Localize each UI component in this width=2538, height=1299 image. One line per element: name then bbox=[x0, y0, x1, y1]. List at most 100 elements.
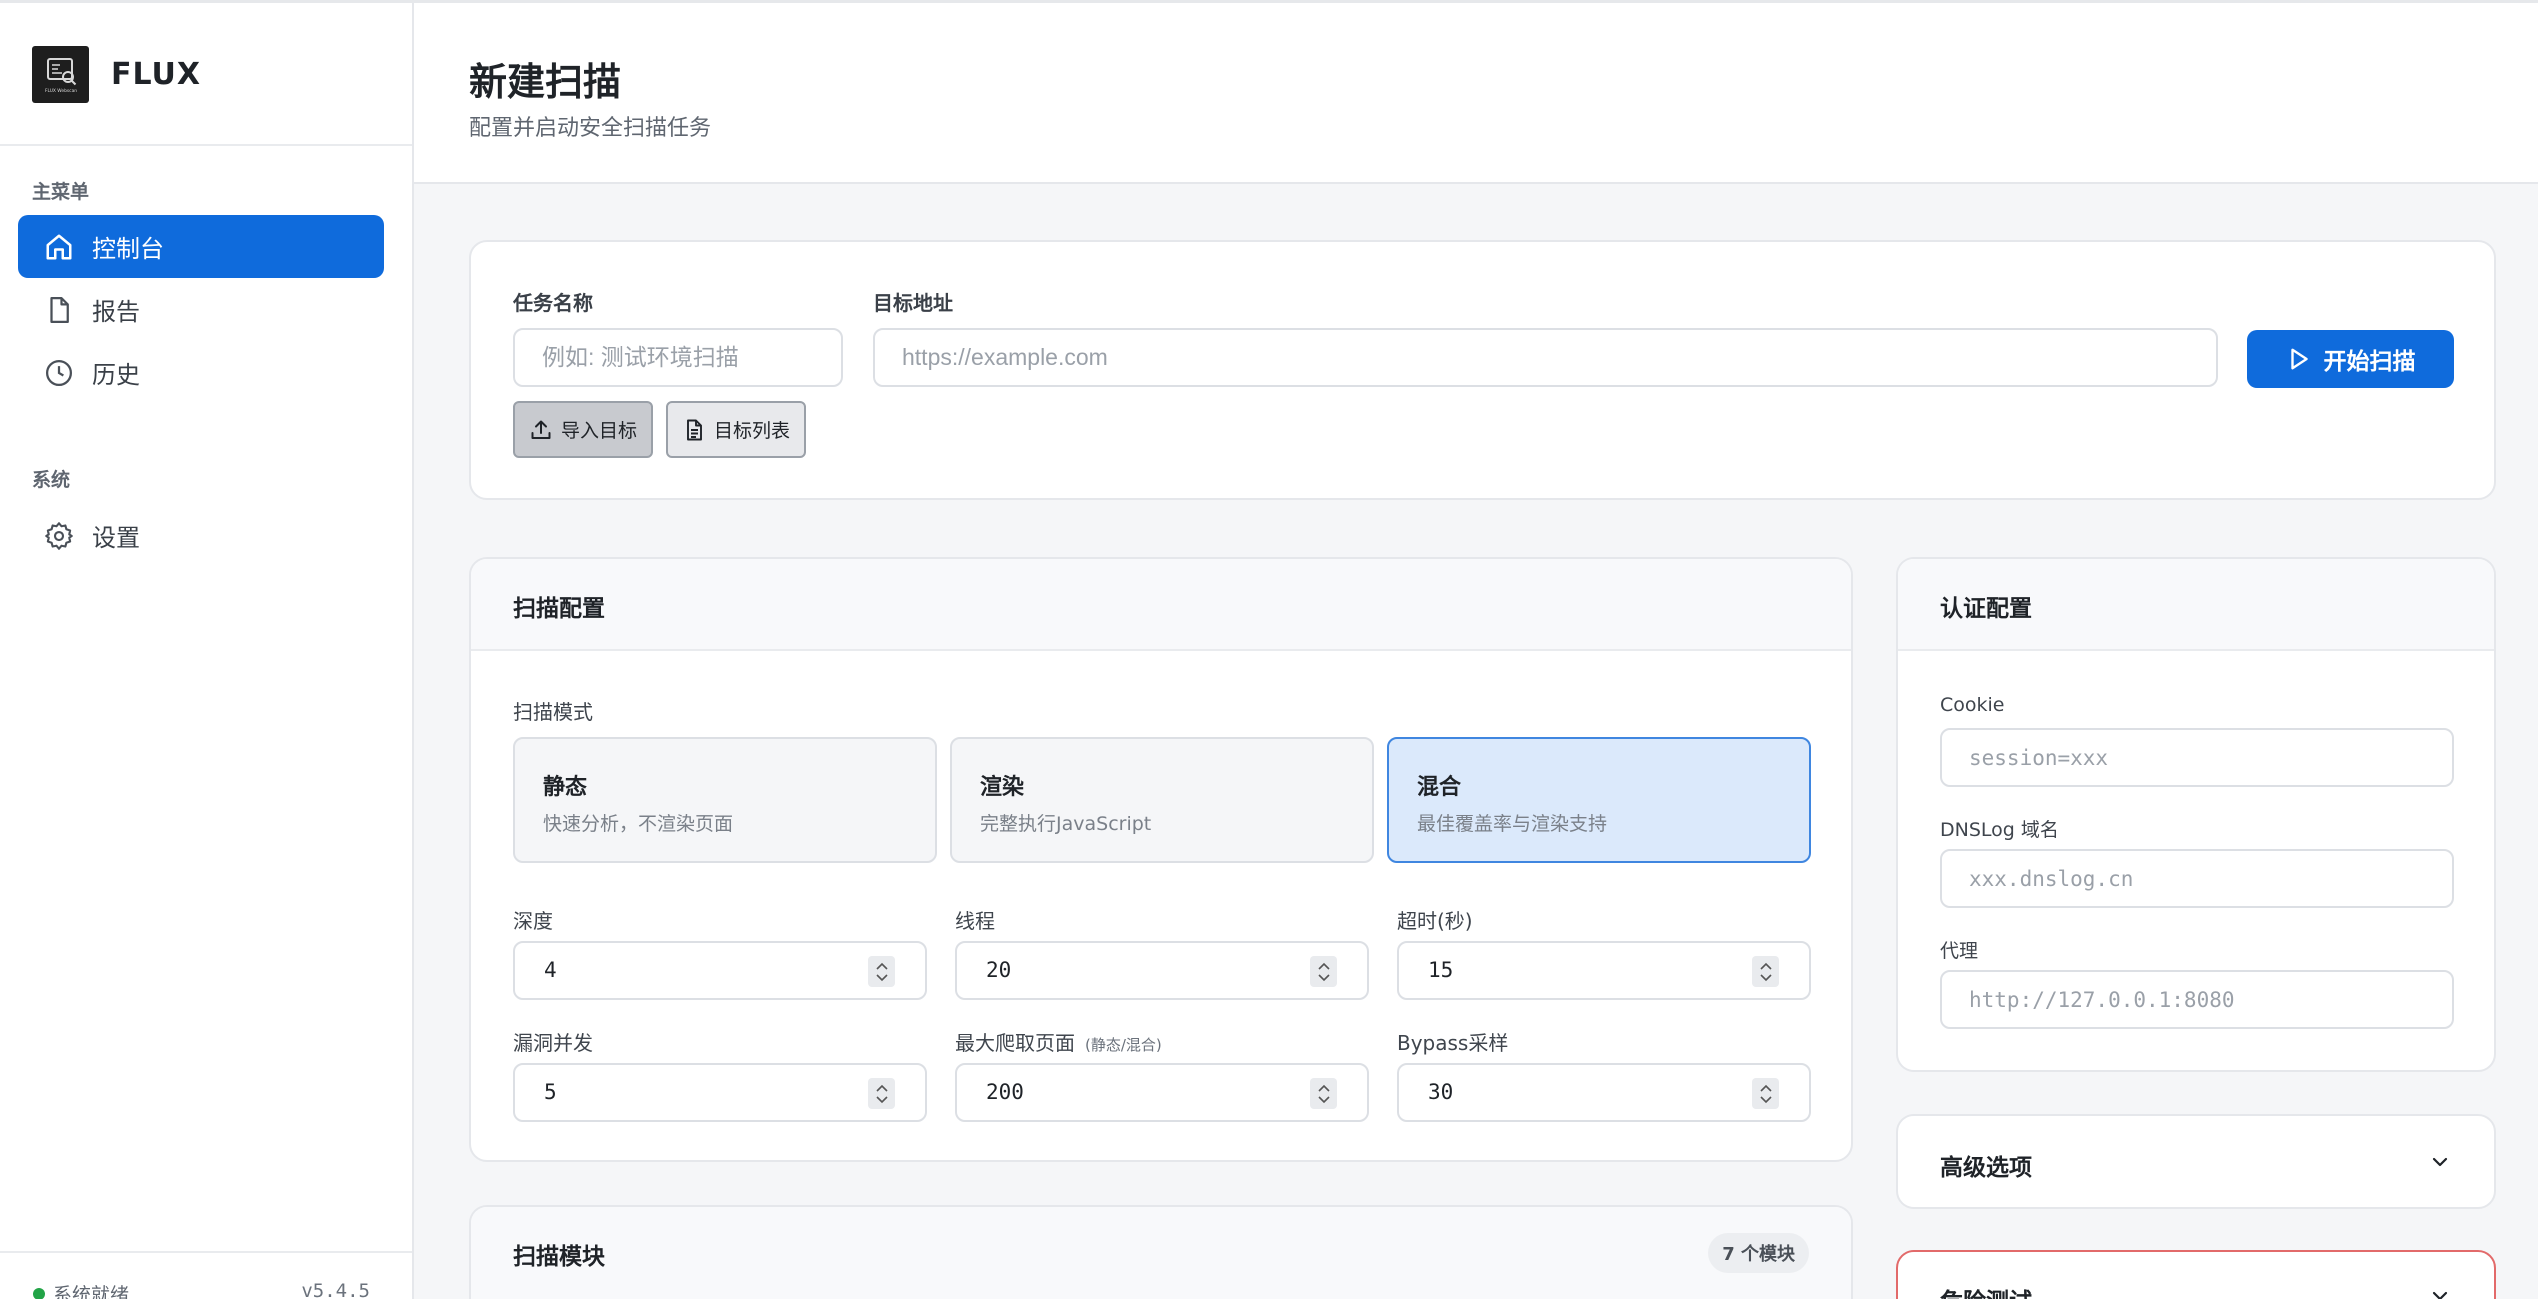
proxy-label: 代理 bbox=[1940, 940, 1979, 962]
dnslog-input[interactable] bbox=[1940, 849, 2454, 908]
home-icon bbox=[46, 234, 72, 259]
mode-static[interactable]: 静态 快速分析，不渲染页面 bbox=[513, 737, 937, 863]
bypass-sample-value: 30 bbox=[1428, 1080, 1454, 1104]
mode-description: 快速分析，不渲染页面 bbox=[543, 813, 734, 835]
start-scan-button[interactable]: 开始扫描 bbox=[2247, 330, 2454, 388]
cookie-input[interactable] bbox=[1940, 728, 2454, 787]
chevron-up-icon bbox=[875, 1084, 888, 1092]
sidebar-item-label: 控制台 bbox=[92, 235, 164, 263]
sidebar-footer: 系统就绪 v5.4.5 bbox=[0, 1251, 412, 1299]
document-icon bbox=[687, 419, 702, 440]
module-count-badge: 7 个模块 bbox=[1708, 1233, 1809, 1273]
mode-description: 最佳覆盖率与渲染支持 bbox=[1417, 813, 1608, 835]
chevron-down-icon bbox=[2432, 1291, 2448, 1299]
play-icon bbox=[2290, 348, 2308, 370]
brand[interactable]: FLUX Webscan FLUX bbox=[32, 45, 201, 103]
depth-stepper[interactable]: 4 bbox=[513, 941, 927, 1000]
vuln-concurrency-stepper[interactable]: 5 bbox=[513, 1063, 927, 1122]
scan-config-title: 扫描配置 bbox=[513, 596, 605, 622]
mode-title: 混合 bbox=[1417, 775, 1462, 800]
logo-text: FLUX Webscan bbox=[44, 88, 76, 94]
max-pages-hint: (静态/混合) bbox=[1085, 1036, 1162, 1054]
chevron-down-icon bbox=[1317, 1095, 1330, 1103]
spin-buttons[interactable] bbox=[868, 1078, 895, 1109]
mode-hybrid[interactable]: 混合 最佳覆盖率与渲染支持 bbox=[1387, 737, 1811, 863]
file-icon bbox=[50, 296, 69, 323]
proxy-input[interactable] bbox=[1940, 970, 2454, 1029]
sidebar: FLUX Webscan FLUX 主菜单 控制台 报告 历史 系统 设置 系统… bbox=[0, 3, 414, 1299]
chevron-down-icon bbox=[2432, 1157, 2448, 1167]
max-pages-stepper[interactable]: 200 bbox=[955, 1063, 1369, 1122]
page-subtitle: 配置并启动安全扫描任务 bbox=[469, 116, 712, 141]
page-header: 新建扫描 配置并启动安全扫描任务 bbox=[414, 3, 2538, 184]
scan-config-card: 扫描配置 扫描模式 静态 快速分析，不渲染页面 渲染 完整执行JavaScrip… bbox=[469, 557, 1853, 1162]
spin-buttons[interactable] bbox=[1310, 1078, 1337, 1109]
task-card: 任务名称 目标地址 开始扫描 导入目标 目标列表 bbox=[469, 240, 2496, 500]
nav-section-main: 主菜单 bbox=[32, 181, 90, 203]
mode-description: 完整执行JavaScript bbox=[980, 813, 1152, 835]
timeout-label: 超时(秒) bbox=[1397, 909, 1473, 933]
chevron-down-icon bbox=[875, 973, 888, 981]
chevron-up-icon bbox=[875, 962, 888, 970]
upload-icon bbox=[531, 420, 551, 439]
mode-title: 静态 bbox=[543, 775, 588, 800]
chevron-down-icon bbox=[1317, 973, 1330, 981]
card-header[interactable]: 扫描模块 7 个模块 bbox=[471, 1207, 1851, 1299]
vuln-concurrency-value: 5 bbox=[544, 1080, 557, 1104]
sidebar-item-history[interactable]: 历史 bbox=[18, 341, 384, 404]
spin-buttons[interactable] bbox=[1752, 956, 1779, 987]
sidebar-item-dashboard[interactable]: 控制台 bbox=[18, 215, 384, 278]
auth-config-card: 认证配置 Cookie DNSLog 域名 代理 bbox=[1896, 557, 2496, 1072]
task-name-input[interactable] bbox=[513, 328, 843, 387]
scan-mode-label: 扫描模式 bbox=[513, 700, 593, 724]
chevron-down-icon bbox=[1759, 1095, 1772, 1103]
threads-value: 20 bbox=[986, 958, 1012, 982]
auth-config-title: 认证配置 bbox=[1940, 596, 2032, 622]
sidebar-item-reports[interactable]: 报告 bbox=[18, 278, 384, 341]
target-list-button[interactable]: 目标列表 bbox=[666, 401, 806, 458]
target-url-input[interactable] bbox=[873, 328, 2218, 387]
spin-buttons[interactable] bbox=[868, 956, 895, 987]
brand-name: FLUX bbox=[111, 56, 202, 92]
status-dot bbox=[33, 1288, 45, 1299]
advanced-options-card[interactable]: 高级选项 bbox=[1896, 1114, 2496, 1209]
depth-label: 深度 bbox=[513, 909, 553, 933]
scan-modules-title: 扫描模块 bbox=[513, 1244, 605, 1270]
logo-icon: FLUX Webscan bbox=[44, 58, 77, 94]
cookie-label: Cookie bbox=[1940, 694, 2005, 716]
logo: FLUX Webscan bbox=[32, 45, 89, 103]
sidebar-item-label: 设置 bbox=[92, 524, 140, 552]
import-targets-button[interactable]: 导入目标 bbox=[513, 401, 653, 458]
scan-modules-card: 扫描模块 7 个模块 bbox=[469, 1205, 1853, 1299]
mode-render[interactable]: 渲染 完整执行JavaScript bbox=[950, 737, 1374, 863]
version-label: v5.4.5 bbox=[301, 1280, 370, 1299]
card-header: 认证配置 bbox=[1898, 559, 2494, 651]
threads-stepper[interactable]: 20 bbox=[955, 941, 1369, 1000]
chevron-down-icon bbox=[1759, 973, 1772, 981]
nav-section-system: 系统 bbox=[32, 469, 71, 491]
spin-buttons[interactable] bbox=[1752, 1078, 1779, 1109]
start-scan-label: 开始扫描 bbox=[2323, 349, 2416, 375]
max-pages-label: 最大爬取页面 (静态/混合) bbox=[955, 1027, 1162, 1056]
max-pages-label-text: 最大爬取页面 bbox=[955, 1031, 1075, 1055]
danger-test-card[interactable]: 危险测试 bbox=[1896, 1250, 2496, 1299]
timeout-value: 15 bbox=[1428, 958, 1454, 982]
bypass-sample-label: Bypass采样 bbox=[1397, 1031, 1509, 1055]
card-header: 扫描配置 bbox=[471, 559, 1851, 651]
sidebar-item-label: 报告 bbox=[92, 298, 140, 326]
danger-test-title: 危险测试 bbox=[1940, 1282, 2032, 1299]
vuln-concurrency-label: 漏洞并发 bbox=[513, 1031, 593, 1055]
depth-value: 4 bbox=[544, 958, 557, 982]
target-label: 目标地址 bbox=[873, 291, 953, 315]
dnslog-label: DNSLog 域名 bbox=[1940, 819, 2059, 841]
threads-label: 线程 bbox=[955, 909, 995, 933]
app-root: FLUX Webscan FLUX 主菜单 控制台 报告 历史 系统 设置 系统… bbox=[0, 0, 2538, 1299]
chevron-up-icon bbox=[1317, 962, 1330, 970]
spin-buttons[interactable] bbox=[1310, 956, 1337, 987]
bypass-sample-stepper[interactable]: 30 bbox=[1397, 1063, 1811, 1122]
chevron-down-icon bbox=[875, 1095, 888, 1103]
timeout-stepper[interactable]: 15 bbox=[1397, 941, 1811, 1000]
chevron-up-icon bbox=[1317, 1084, 1330, 1092]
gear-icon bbox=[45, 521, 73, 550]
sidebar-item-settings[interactable]: 设置 bbox=[18, 504, 384, 567]
